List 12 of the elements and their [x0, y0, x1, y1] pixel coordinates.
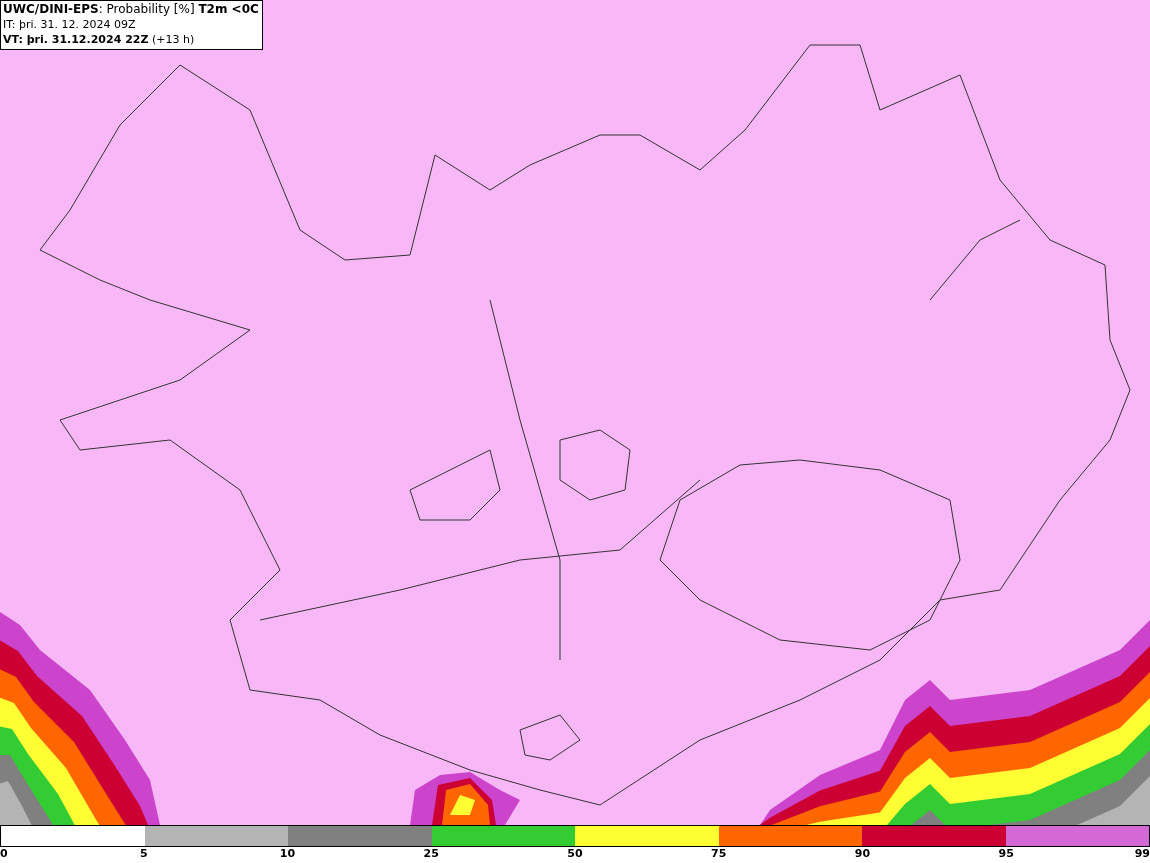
legend-tick-label: 95 [998, 847, 1014, 861]
legend-tick-label: 5 [139, 847, 148, 861]
legend-tick-label: 50 [567, 847, 583, 861]
issue-time: IT: þri. 31. 12. 2024 09Z [3, 17, 137, 32]
valid-time: VT: þri. 31.12.2024 22Z (+13 h) [3, 32, 196, 47]
legend-tick-label: 90 [854, 847, 871, 861]
legend-tick-label: 10 [279, 847, 296, 861]
legend-tick-label: 25 [423, 847, 439, 861]
legend-tick-label: 99 [1134, 847, 1150, 861]
legend-tick-label: 75 [711, 847, 727, 861]
legend-tick-label: 0 [0, 847, 8, 861]
chart-title: UWC/DINI-EPS: Probability [%] T2m <0C [3, 2, 259, 17]
